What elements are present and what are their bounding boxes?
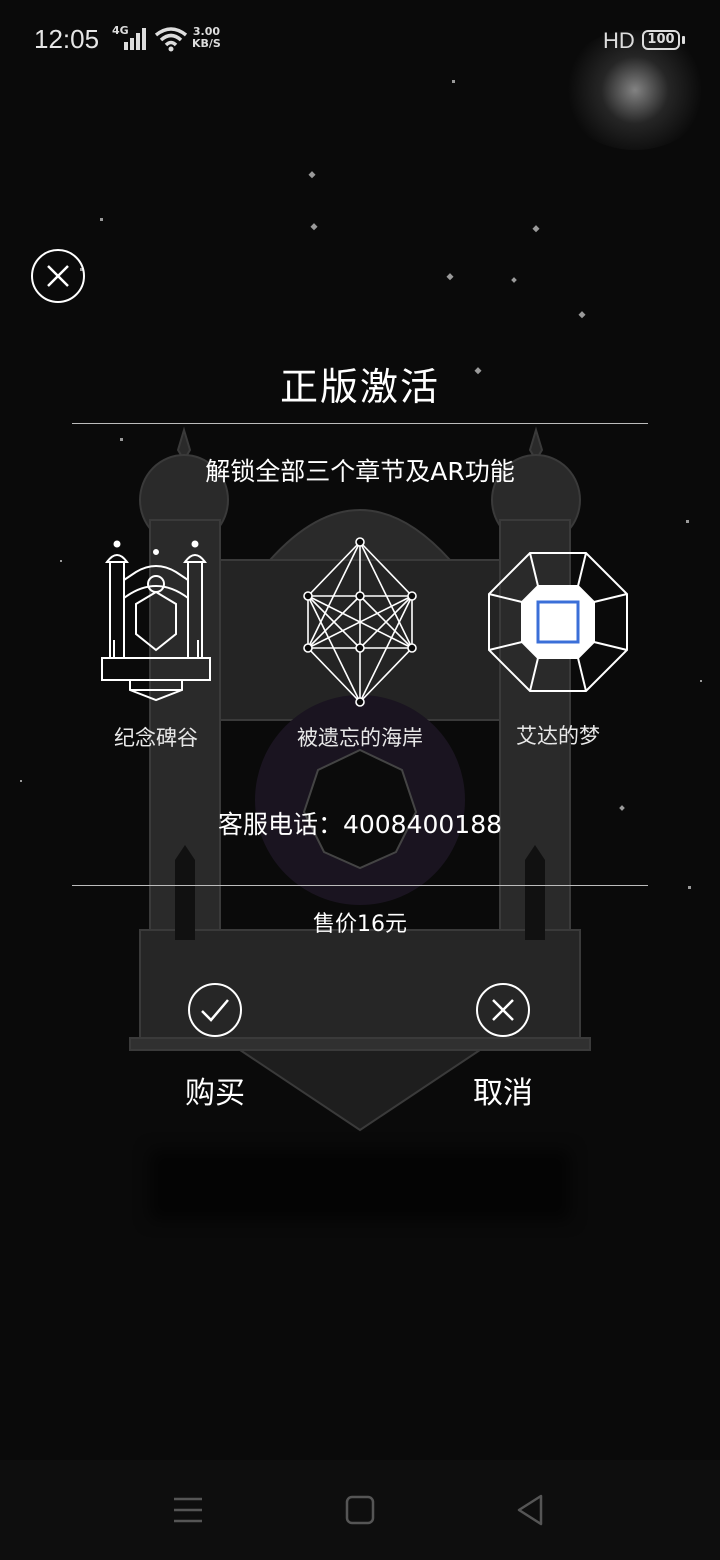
top-divider [72, 423, 648, 424]
octagon-gem-icon [488, 552, 628, 692]
wifi-icon [154, 27, 188, 52]
buy-button[interactable] [188, 983, 242, 1037]
signal-icon [124, 28, 146, 50]
service-phone: 客服电话：4008400188 [217, 810, 503, 839]
cancel-label[interactable]: 取消 [433, 1068, 573, 1112]
geometric-crystal-icon [303, 537, 417, 707]
close-icon [492, 999, 514, 1021]
cancel-button[interactable] [476, 983, 530, 1037]
battery-tip [682, 36, 685, 44]
back-icon[interactable] [510, 1490, 550, 1530]
status-time: 12:05 [34, 24, 100, 54]
hd-indicator: HD [603, 28, 635, 53]
close-button[interactable] [31, 249, 85, 303]
battery-icon: 100 [642, 30, 680, 50]
palace-icon [101, 540, 211, 702]
home-icon[interactable] [340, 1490, 380, 1530]
dialog-title: 正版激活 [279, 365, 440, 409]
speed-unit: KB/S [192, 37, 221, 50]
chapter-label-forgotten-shores: 被遗忘的海岸 [297, 726, 423, 750]
chapter-label-monument-valley: 纪念碑谷 [114, 726, 198, 750]
chapter-label-idas-dream: 艾达的梦 [516, 724, 600, 748]
price-label: 售价16元 [313, 912, 407, 937]
dialog-subtitle: 解锁全部三个章节及AR功能 [205, 457, 515, 486]
network-speed: 3.00 KB/S [192, 26, 221, 50]
shadow-bar [150, 1150, 570, 1220]
buy-label[interactable]: 购买 [145, 1068, 285, 1112]
bottom-divider [72, 885, 648, 886]
close-icon [47, 265, 69, 287]
checkmark-icon [201, 999, 229, 1022]
status-bar: 12:05 4G 3.00 KB/S HD 100 [0, 0, 720, 80]
menu-icon[interactable] [168, 1490, 208, 1530]
